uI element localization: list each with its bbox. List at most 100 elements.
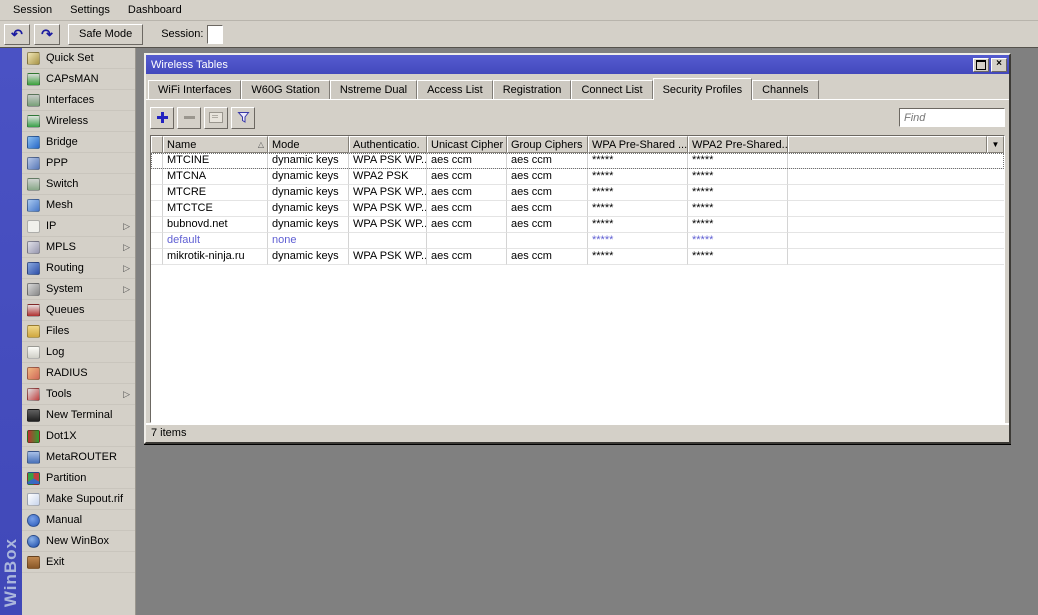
undo-icon: ↶ bbox=[11, 26, 23, 42]
table-header-mode[interactable]: Mode bbox=[268, 136, 349, 153]
tab-security-profiles[interactable]: Security Profiles bbox=[652, 78, 753, 100]
table-row[interactable]: MTCRE dynamic keys WPA PSK WP... aes ccm aes… bbox=[151, 185, 1004, 201]
session-input[interactable] bbox=[207, 24, 224, 44]
tab-connect-list[interactable]: Connect List bbox=[571, 80, 653, 99]
menu-settings[interactable]: Settings bbox=[61, 2, 119, 18]
tab-channels[interactable]: Channels bbox=[752, 80, 819, 99]
window-titlebar[interactable]: Wireless Tables × bbox=[146, 55, 1009, 74]
bridge-icon bbox=[27, 135, 40, 149]
table-header-wpa-pre-shared[interactable]: WPA Pre-Shared ... bbox=[588, 136, 688, 153]
sidebar-item-metarouter[interactable]: MetaROUTER bbox=[22, 447, 135, 468]
sidebar-item-mpls[interactable]: MPLS ▷ bbox=[22, 237, 135, 258]
sidebar-item-wireless[interactable]: Wireless bbox=[22, 111, 135, 132]
tools-icon bbox=[27, 387, 40, 401]
winbox-brand-strip: WinBox bbox=[0, 48, 22, 615]
cell-authenticatio: WPA2 PSK bbox=[349, 169, 427, 185]
sidebar-item-mesh[interactable]: Mesh bbox=[22, 195, 135, 216]
cell-group-ciphers: aes ccm bbox=[507, 169, 588, 185]
tab-access-list[interactable]: Access List bbox=[417, 80, 493, 99]
sidebar-item-system[interactable]: System ▷ bbox=[22, 279, 135, 300]
close-icon: × bbox=[996, 58, 1002, 69]
column-select-button[interactable]: ▼ bbox=[987, 136, 1004, 153]
table-header-wpa2-pre-shared[interactable]: WPA2 Pre-Shared.. bbox=[688, 136, 788, 153]
table-row[interactable]: bubnovd.net dynamic keys WPA PSK WP... aes … bbox=[151, 217, 1004, 233]
undo-button[interactable]: ↶ bbox=[4, 23, 30, 45]
sidebar-item-quick-set[interactable]: Quick Set bbox=[22, 48, 135, 69]
maximize-icon bbox=[976, 59, 986, 70]
sidebar-item-manual[interactable]: Manual bbox=[22, 510, 135, 531]
files-icon bbox=[27, 324, 40, 338]
sidebar-item-partition[interactable]: Partition bbox=[22, 468, 135, 489]
header-label: Name bbox=[167, 138, 197, 151]
table-header-unicast-cipher[interactable]: Unicast Cipher bbox=[427, 136, 507, 153]
filter-funnel-icon bbox=[236, 112, 250, 123]
table-row[interactable]: MTCINE dynamic keys WPA PSK WP... aes ccm ae… bbox=[151, 153, 1004, 169]
menu-dashboard[interactable]: Dashboard bbox=[119, 2, 191, 18]
row-num-cell bbox=[151, 217, 163, 233]
sidebar-item-radius[interactable]: RADIUS bbox=[22, 363, 135, 384]
table-header-group-ciphers[interactable]: Group Ciphers bbox=[507, 136, 588, 153]
tab-bar: WiFi Interfaces W60G Station Nstreme Dual A… bbox=[146, 74, 1009, 100]
sidebar-item-make-supout-rif[interactable]: Make Supout.rif bbox=[22, 489, 135, 510]
sidebar-item-new-terminal[interactable]: New Terminal bbox=[22, 405, 135, 426]
sidebar-item-routing[interactable]: Routing ▷ bbox=[22, 258, 135, 279]
sidebar-item-interfaces[interactable]: Interfaces bbox=[22, 90, 135, 111]
cell-group-ciphers: aes ccm bbox=[507, 153, 588, 169]
cell-authenticatio: WPA PSK WP... bbox=[349, 217, 427, 233]
sidebar-item-ppp[interactable]: PPP bbox=[22, 153, 135, 174]
sidebar-item-dot1x[interactable]: Dot1X bbox=[22, 426, 135, 447]
remove-button[interactable] bbox=[177, 106, 201, 129]
copy-button[interactable] bbox=[204, 106, 228, 129]
close-button[interactable]: × bbox=[991, 57, 1007, 72]
session-label: Session: bbox=[161, 28, 204, 40]
terminal-icon bbox=[27, 408, 40, 422]
sidebar-item-queues[interactable]: Queues bbox=[22, 300, 135, 321]
table-row[interactable]: MTCNA dynamic keys WPA2 PSK aes ccm aes ccm *… bbox=[151, 169, 1004, 185]
sidebar-item-files[interactable]: Files bbox=[22, 321, 135, 342]
sidebar-item-switch[interactable]: Switch bbox=[22, 174, 135, 195]
find-input[interactable] bbox=[899, 108, 1005, 127]
tab-registration[interactable]: Registration bbox=[492, 80, 572, 99]
ip-icon bbox=[27, 219, 40, 233]
tab-w60g-station[interactable]: W60G Station bbox=[241, 80, 330, 99]
sidebar-item-bridge[interactable]: Bridge bbox=[22, 132, 135, 153]
table-header-authenticatio[interactable]: Authenticatio. bbox=[349, 136, 427, 153]
routing-icon bbox=[27, 261, 40, 275]
switch-icon bbox=[27, 177, 40, 191]
chevron-right-icon: ▷ bbox=[123, 262, 130, 273]
cell-wpa2-pre-shared: ***** bbox=[688, 233, 788, 249]
safe-mode-button[interactable]: Safe Mode bbox=[68, 23, 144, 45]
cell-empty bbox=[788, 185, 1004, 201]
sidebar-item-label: Exit bbox=[46, 556, 65, 568]
sidebar-item-new-winbox[interactable]: New WinBox bbox=[22, 531, 135, 552]
table-header-name[interactable]: Name △ bbox=[163, 136, 268, 153]
tab-nstreme-dual[interactable]: Nstreme Dual bbox=[329, 80, 418, 99]
sidebar-item-tools[interactable]: Tools ▷ bbox=[22, 384, 135, 405]
sidebar-item-log[interactable]: Log bbox=[22, 342, 135, 363]
table-row[interactable]: default none ***** ***** bbox=[151, 233, 1004, 249]
sidebar-item-label: PPP bbox=[46, 157, 69, 169]
filter-button[interactable] bbox=[231, 106, 255, 129]
maximize-button[interactable] bbox=[973, 57, 989, 72]
items-count: 7 items bbox=[151, 427, 187, 439]
cell-unicast-cipher: aes ccm bbox=[427, 185, 507, 201]
sidebar-item-exit[interactable]: Exit bbox=[22, 552, 135, 573]
table-row[interactable]: mikrotik-ninja.ru dynamic keys WPA PSK WP.… bbox=[151, 249, 1004, 265]
redo-button[interactable]: ↷ bbox=[34, 23, 60, 45]
dot1x-icon bbox=[27, 429, 40, 443]
cell-mode: dynamic keys bbox=[268, 185, 349, 201]
cell-name: MTCTCE bbox=[163, 201, 268, 217]
table-row[interactable]: MTCTCE dynamic keys WPA PSK WP... aes ccm ae… bbox=[151, 201, 1004, 217]
add-button[interactable] bbox=[150, 106, 174, 129]
sidebar-item-ip[interactable]: IP ▷ bbox=[22, 216, 135, 237]
quickset-icon bbox=[27, 51, 40, 65]
sidebar-item-capsman[interactable]: CAPsMAN bbox=[22, 69, 135, 90]
sidebar-item-label: Bridge bbox=[46, 136, 78, 148]
menu-session[interactable]: Session bbox=[4, 2, 61, 18]
sidebar-item-label: Routing bbox=[46, 262, 84, 274]
status-bar: 7 items bbox=[146, 423, 1009, 442]
table-header-rownum bbox=[151, 136, 163, 153]
row-num-cell bbox=[151, 249, 163, 265]
log-icon bbox=[27, 345, 40, 359]
tab-wifi-interfaces[interactable]: WiFi Interfaces bbox=[148, 80, 242, 99]
